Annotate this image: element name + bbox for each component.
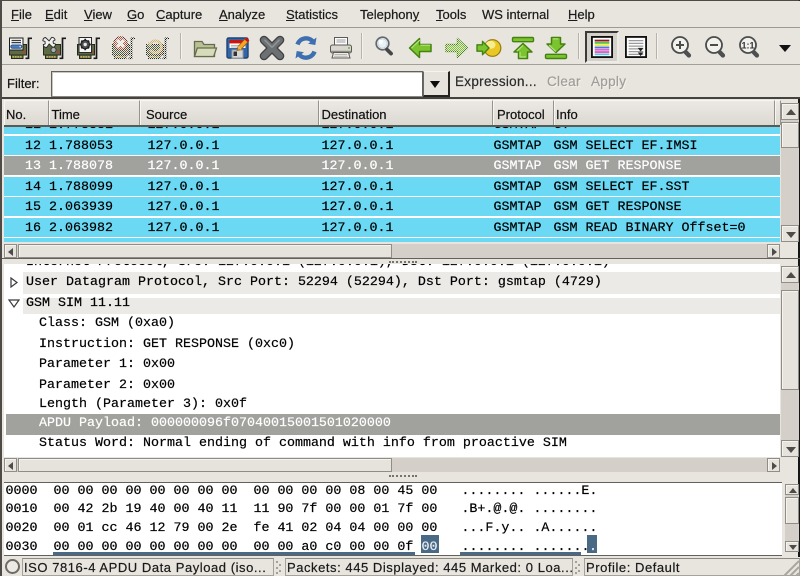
svg-text:1:1: 1:1 bbox=[741, 41, 754, 51]
